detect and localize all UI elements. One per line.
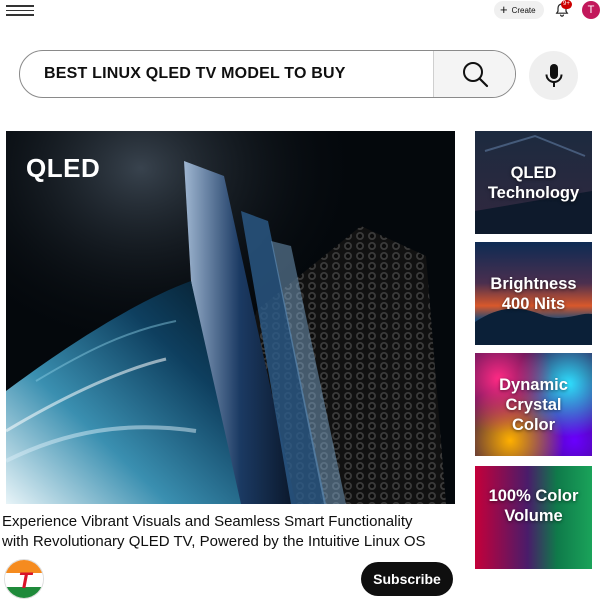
- channel-logo-letter: T: [18, 568, 33, 593]
- channel-logo: T: [5, 560, 43, 598]
- related-thumbnail[interactable]: 100% Color Volume: [475, 466, 592, 569]
- thumbnail-text: Dynamic: [499, 375, 568, 394]
- video-title[interactable]: Experience Vibrant Visuals and Seamless …: [2, 512, 462, 552]
- create-label: Create: [511, 5, 536, 15]
- related-thumbnail[interactable]: Brightness 400 Nits: [475, 242, 592, 345]
- video-thumbnail[interactable]: QLED: [6, 131, 455, 504]
- create-button[interactable]: + Create: [494, 1, 544, 19]
- plus-icon: +: [500, 2, 508, 17]
- avatar[interactable]: T: [582, 1, 600, 19]
- related-thumbnail[interactable]: Dynamic Crystal Color: [475, 353, 592, 456]
- search-box[interactable]: BEST LINUX QLED TV MODEL TO BUY: [19, 50, 516, 98]
- video-title-line: with Revolutionary QLED TV, Powered by t…: [2, 533, 426, 550]
- thumbnail-text: Brightness: [490, 274, 577, 293]
- notification-badge: 9+: [561, 0, 572, 9]
- voice-search-button[interactable]: [529, 51, 578, 100]
- channel-avatar[interactable]: T: [4, 559, 44, 599]
- thumbnail-text: QLED: [510, 163, 557, 182]
- search-input[interactable]: BEST LINUX QLED TV MODEL TO BUY: [20, 51, 433, 97]
- qled-tv-illustration: [6, 131, 455, 504]
- subscribe-button[interactable]: Subscribe: [361, 562, 453, 596]
- search-icon: [462, 62, 488, 88]
- video-title-line: Experience Vibrant Visuals and Seamless …: [2, 513, 413, 530]
- menu-icon[interactable]: [6, 5, 34, 16]
- thumbnail-text: 400 Nits: [501, 294, 566, 313]
- search-button[interactable]: [433, 51, 515, 97]
- thumbnail-title: QLED: [26, 153, 101, 183]
- thumbnail-text: Volume: [504, 506, 563, 525]
- thumbnail-text: Crystal: [505, 395, 562, 414]
- thumbnail-text: Technology: [487, 183, 580, 202]
- related-thumbnail[interactable]: QLED Technology: [475, 131, 592, 234]
- thumbnail-text: 100% Color: [488, 486, 579, 505]
- thumbnail-text: Color: [511, 415, 556, 434]
- microphone-icon: [545, 63, 562, 87]
